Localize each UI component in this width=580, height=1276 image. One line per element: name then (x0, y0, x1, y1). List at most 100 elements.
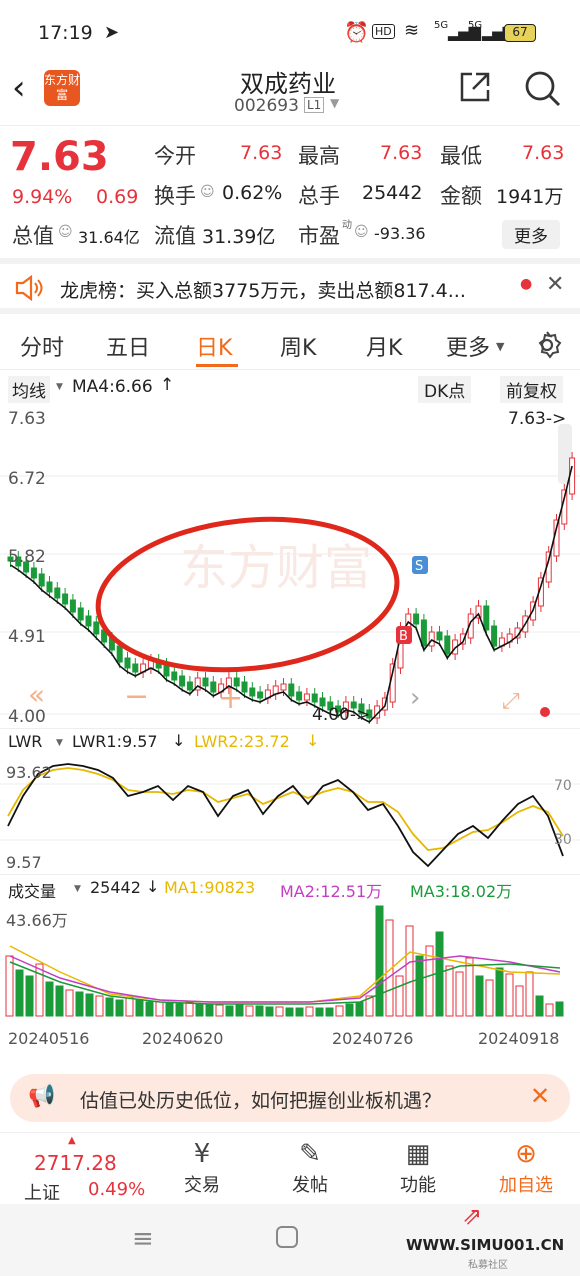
volume-bar (275, 1006, 284, 1017)
adjust-button[interactable]: 前复权 (500, 376, 563, 403)
navigation-arrow-icon: ➤ (104, 22, 120, 43)
candle (171, 671, 178, 681)
level-badge: L1 (304, 97, 325, 113)
up-arrow-icon: ↑ (160, 375, 175, 395)
edit-icon: ✎ (299, 1139, 321, 1169)
watermark-site-sub: 私募社区 (468, 1260, 508, 1271)
lwr1-line (7, 763, 564, 868)
lwr-chart: 93.62 9.57 70 30 (0, 763, 580, 872)
volume-bar (315, 1007, 324, 1017)
logo-text: 东方财富 (44, 73, 81, 102)
volume-bar (295, 1007, 304, 1017)
ma-selector[interactable]: 均线 (8, 376, 50, 403)
lwr-level-70: 70 (554, 778, 572, 794)
zoom-out-icon[interactable]: − (124, 679, 149, 714)
nav-post[interactable]: ✎ 发帖 (270, 1133, 350, 1197)
vol-ma3: MA3:18.02万 (410, 882, 513, 901)
dk-point-button[interactable]: DK点 (418, 376, 472, 403)
promo-banner[interactable]: 📢 估值已处历史低位，如何把握创业板机遇？ ✕ (10, 1074, 570, 1122)
zoom-in-icon[interactable]: + (218, 681, 243, 716)
ma-toolbar: 均线 ▼ MA4:6.66 ↑ DK点 前复权 (0, 372, 580, 404)
share-icon[interactable] (458, 70, 492, 104)
vol-ma1: MA1:90823 (164, 878, 256, 897)
volume-bar (215, 1004, 224, 1017)
chevron-left-icon[interactable]: ‹ (12, 68, 26, 108)
volume-bar (455, 971, 464, 1017)
grid-icon: ▦ (405, 1139, 431, 1169)
candle (85, 615, 92, 627)
open-value: 7.63 (240, 142, 283, 164)
lwr-selector[interactable]: LWR (8, 732, 42, 751)
volume-bar (25, 975, 34, 1017)
tab-daily-k[interactable]: 日K (196, 330, 232, 362)
close-icon[interactable]: ✕ (530, 1082, 550, 1110)
scroll-left-icon[interactable]: « (28, 678, 45, 711)
lwr-top-label: 93.62 (6, 763, 52, 782)
candle (296, 691, 303, 701)
candle (179, 675, 186, 687)
tab-intraday[interactable]: 分时 (20, 330, 64, 362)
volume-bar (475, 975, 484, 1017)
sell-marker-text: S (415, 559, 423, 574)
max-price-label: 7.63-> (508, 409, 566, 429)
candle (436, 631, 443, 641)
nav-functions[interactable]: ▦ 功能 (378, 1133, 458, 1197)
volume-bar (345, 1003, 354, 1017)
info-icon[interactable]: ☺ (200, 184, 215, 200)
vol-ma2: MA2:12.51万 (280, 882, 383, 901)
more-button[interactable]: 更多 (502, 220, 560, 249)
volume-bar (235, 1003, 244, 1017)
volume-bar (495, 967, 504, 1017)
banner-text: 估值已处历史低位，如何把握创业板机遇？ (80, 1090, 442, 1112)
volume-bar (515, 985, 524, 1017)
candle (257, 691, 264, 699)
tab-monthly-k[interactable]: 月K (366, 330, 402, 362)
chart-tabs: 分时 五日 日K 周K 月K 更多 ▼ (0, 320, 580, 370)
candlestick-chart[interactable]: 东方财富 7.63 6.72 5.82 4.91 4.00 7.63-> 4.0… (0, 404, 580, 726)
info-icon[interactable]: ☺ (354, 224, 369, 240)
status-time: 17:19 (38, 22, 93, 44)
volume-bar (505, 973, 514, 1017)
info-icon[interactable]: ☺ (58, 224, 73, 240)
volume-bar (105, 997, 114, 1017)
nav-trade-label: 交易 (184, 1175, 220, 1196)
change-percent: 9.94% (12, 186, 73, 208)
index-widget[interactable]: ▲ 2717.28 上证 0.49% (20, 1135, 145, 1204)
menu-icon[interactable]: ≡ (132, 1224, 154, 1254)
tab-five-day[interactable]: 五日 (106, 330, 150, 362)
candle (124, 657, 131, 669)
close-icon[interactable]: ✕ (546, 272, 564, 297)
lwr2-value: LWR2:23.72 (194, 732, 290, 751)
y-label-0: 7.63 (8, 409, 46, 429)
system-nav-bar: ≡ ⇗ WWW.SIMU001.CN 私募社区 (0, 1202, 580, 1276)
candle (38, 573, 45, 587)
speaker-icon (15, 274, 43, 302)
scroll-right-icon[interactable]: › (410, 683, 420, 713)
tab-weekly-k[interactable]: 周K (280, 330, 316, 362)
fullscreen-icon[interactable]: ⤢ (502, 689, 520, 714)
tab-more[interactable]: 更多 (446, 330, 490, 362)
volume-bar (125, 997, 134, 1017)
volume-selector[interactable]: 成交量 (8, 878, 56, 902)
candle (420, 619, 427, 647)
high-label: 最高 (298, 144, 340, 168)
nav-add-watchlist[interactable]: ⊕ 加自选 (486, 1133, 566, 1197)
volume-bar (75, 991, 84, 1017)
volume-bar (405, 925, 414, 1017)
volume-bar (465, 957, 474, 1017)
candle (483, 605, 490, 631)
gear-icon[interactable] (532, 330, 562, 360)
mktcap-label: 总值 (12, 224, 54, 248)
candle (280, 683, 287, 691)
news-ticker[interactable]: 龙虎榜：买入总额3775万元，卖出总额817.4... ● ✕ (0, 264, 580, 314)
down-arrow-icon: ↓ (146, 877, 160, 896)
nav-trade[interactable]: ¥ 交易 (162, 1133, 242, 1197)
date-label-0: 20240516 (8, 1029, 89, 1048)
candle (54, 587, 61, 599)
candle (491, 625, 498, 647)
home-icon[interactable] (276, 1226, 298, 1248)
volume-bar (225, 1005, 234, 1017)
volume-bar (35, 963, 44, 1017)
nav-functions-label: 功能 (400, 1175, 436, 1196)
search-icon[interactable] (524, 70, 562, 108)
